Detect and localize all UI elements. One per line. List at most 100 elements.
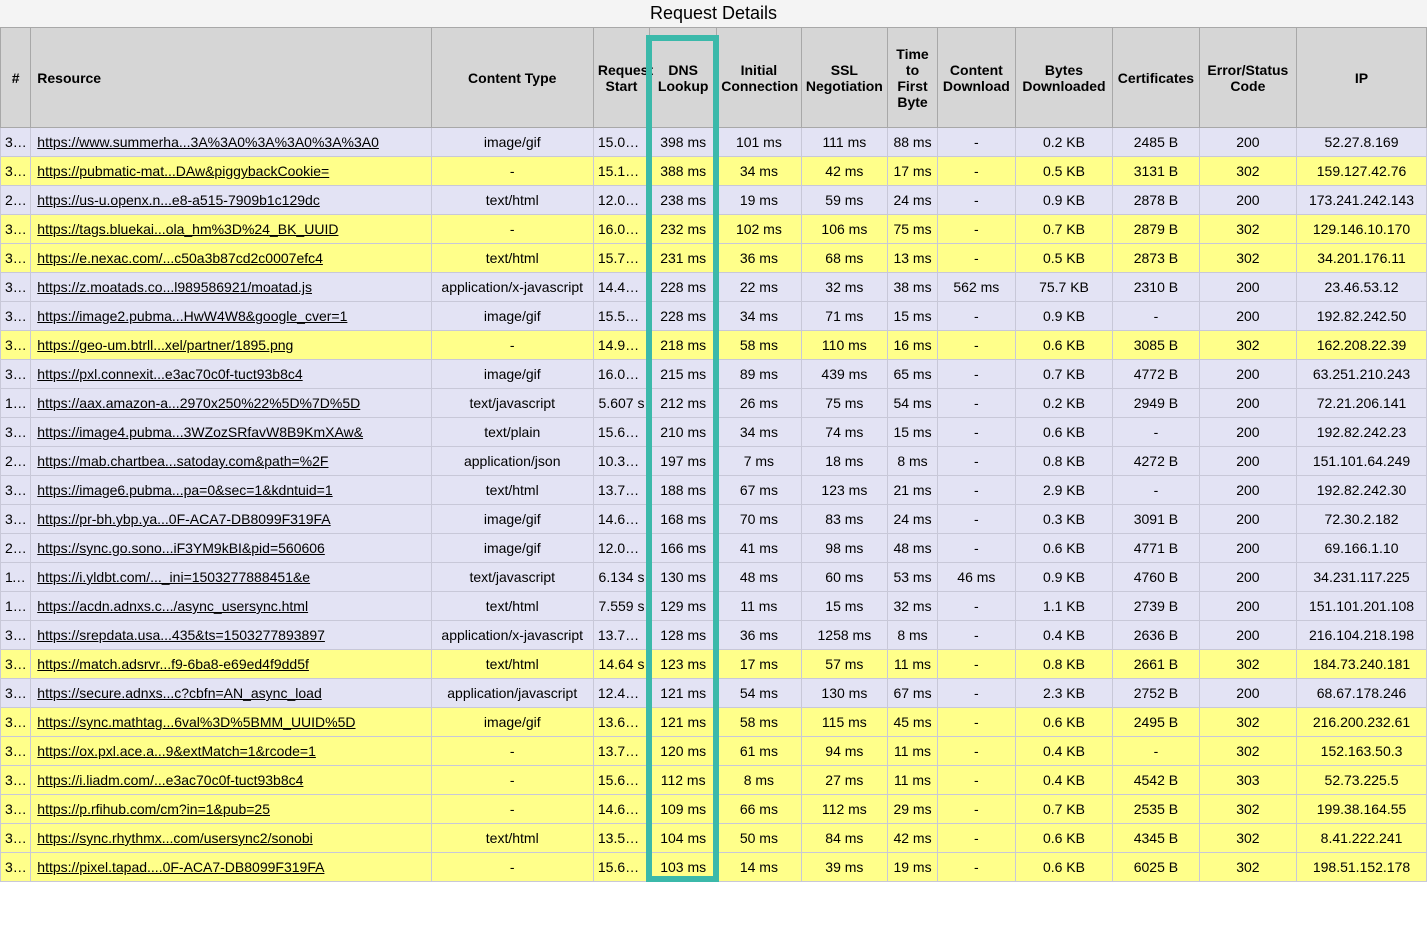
col-header-request-start[interactable]: Request Start <box>593 28 649 128</box>
cell-ttfb: 13 ms <box>888 244 938 273</box>
cell-initial-conn: 22 ms <box>717 273 801 302</box>
cell-ttfb: 11 ms <box>888 766 938 795</box>
resource-link[interactable]: https://match.adsrvr...f9-6ba8-e69ed4f9d… <box>37 656 309 672</box>
cell-index: 295 <box>1 186 31 215</box>
cell-request-start: 13.687 s <box>593 708 649 737</box>
cell-request-start: 14.667 s <box>593 795 649 824</box>
col-header-error-status[interactable]: Error/Status Code <box>1199 28 1296 128</box>
cell-index: 300 <box>1 679 31 708</box>
resource-link[interactable]: https://secure.adnxs...c?cbfn=AN_async_l… <box>37 685 321 701</box>
cell-request-start: 14.699 s <box>593 505 649 534</box>
col-header-ssl-negotiation[interactable]: SSL Negotiation <box>801 28 888 128</box>
col-header-initial-conn[interactable]: Initial Connection <box>717 28 801 128</box>
resource-link[interactable]: https://e.nexac.com/...c50a3b87cd2c0007e… <box>37 250 323 266</box>
cell-request-start: 16.004 s <box>593 215 649 244</box>
request-details-table: # Resource Content Type Request Start DN… <box>0 27 1427 882</box>
cell-ttfb: 32 ms <box>888 592 938 621</box>
cell-bytes-downloaded: 0.6 KB <box>1015 824 1112 853</box>
cell-ip: 72.21.206.141 <box>1297 389 1427 418</box>
col-header-index[interactable]: # <box>1 28 31 128</box>
cell-error-status: 200 <box>1199 128 1296 157</box>
cell-ttfb: 8 ms <box>888 621 938 650</box>
cell-resource: https://i.yldbt.com/..._ini=150327788845… <box>31 563 431 592</box>
cell-initial-conn: 36 ms <box>717 621 801 650</box>
cell-dns-lookup: 228 ms <box>650 302 717 331</box>
cell-ttfb: 65 ms <box>888 360 938 389</box>
resource-link[interactable]: https://pxl.connexit...e3ac70c0f-tuct93b… <box>37 366 302 382</box>
header-row: # Resource Content Type Request Start DN… <box>1 28 1427 128</box>
resource-link[interactable]: https://tags.bluekai...ola_hm%3D%24_BK_U… <box>37 221 338 237</box>
cell-initial-conn: 58 ms <box>717 331 801 360</box>
resource-link[interactable]: https://pr-bh.ybp.ya...0F-ACA7-DB8099F31… <box>37 511 330 527</box>
resource-link[interactable]: https://srepdata.usa...435&ts=1503277893… <box>37 627 325 643</box>
cell-resource: https://acdn.adnxs.c.../async_usersync.h… <box>31 592 431 621</box>
resource-link[interactable]: https://i.yldbt.com/..._ini=150327788845… <box>37 569 310 585</box>
cell-content-download: - <box>937 157 1015 186</box>
cell-dns-lookup: 168 ms <box>650 505 717 534</box>
cell-error-status: 200 <box>1199 389 1296 418</box>
cell-request-start: 12.424 s <box>593 679 649 708</box>
table-row: 373https://image2.pubma...HwW4W8&google_… <box>1 302 1427 331</box>
cell-ssl-negotiation: 71 ms <box>801 302 888 331</box>
cell-request-start: 15.665 s <box>593 766 649 795</box>
cell-error-status: 200 <box>1199 302 1296 331</box>
cell-dns-lookup: 398 ms <box>650 128 717 157</box>
cell-resource: https://geo-um.btrll...xel/partner/1895.… <box>31 331 431 360</box>
resource-link[interactable]: https://image2.pubma...HwW4W8&google_cve… <box>37 308 347 324</box>
col-header-content-download[interactable]: Content Download <box>937 28 1015 128</box>
cell-content-download: - <box>937 389 1015 418</box>
resource-link[interactable]: https://mab.chartbea...satoday.com&path=… <box>37 453 328 469</box>
col-header-ip[interactable]: IP <box>1297 28 1427 128</box>
cell-resource: https://aax.amazon-a...2970x250%22%5D%7D… <box>31 389 431 418</box>
resource-link[interactable]: https://pubmatic-mat...DAw&piggybackCook… <box>37 163 329 179</box>
cell-ssl-negotiation: 1258 ms <box>801 621 888 650</box>
cell-ttfb: 24 ms <box>888 505 938 534</box>
resource-link[interactable]: https://geo-um.btrll...xel/partner/1895.… <box>37 337 293 353</box>
cell-error-status: 200 <box>1199 505 1296 534</box>
resource-link[interactable]: https://us-u.openx.n...e8-a515-7909b1c12… <box>37 192 320 208</box>
cell-certificates: 3091 B <box>1113 505 1200 534</box>
col-header-content-type[interactable]: Content Type <box>431 28 593 128</box>
cell-content-download: - <box>937 447 1015 476</box>
cell-ip: 199.38.164.55 <box>1297 795 1427 824</box>
cell-error-status: 200 <box>1199 679 1296 708</box>
col-header-certificates[interactable]: Certificates <box>1113 28 1200 128</box>
col-header-bytes-downloaded[interactable]: Bytes Downloaded <box>1015 28 1112 128</box>
col-header-dns-lookup[interactable]: DNS Lookup <box>650 28 717 128</box>
cell-content-type: text/html <box>431 476 593 505</box>
cell-dns-lookup: 197 ms <box>650 447 717 476</box>
cell-content-type: text/html <box>431 592 593 621</box>
cell-initial-conn: 34 ms <box>717 418 801 447</box>
col-header-resource[interactable]: Resource <box>31 28 431 128</box>
cell-ssl-negotiation: 75 ms <box>801 389 888 418</box>
resource-link[interactable]: https://acdn.adnxs.c.../async_usersync.h… <box>37 598 308 614</box>
cell-content-download: - <box>937 302 1015 331</box>
resource-link[interactable]: https://i.liadm.com/...e3ac70c0f-tuct93b… <box>37 772 303 788</box>
cell-content-download: - <box>937 128 1015 157</box>
cell-certificates: 2878 B <box>1113 186 1200 215</box>
resource-link[interactable]: https://image4.pubma...3WZozSRfavW8B9KmX… <box>37 424 363 440</box>
col-header-ttfb[interactable]: Time to First Byte <box>888 28 938 128</box>
table-row: 296https://sync.go.sono...iF3YM9kBI&pid=… <box>1 534 1427 563</box>
resource-link[interactable]: https://z.moatads.co...l989586921/moatad… <box>37 279 312 295</box>
resource-link[interactable]: https://ox.pxl.ace.a...9&extMatch=1&rcod… <box>37 743 316 759</box>
resource-link[interactable]: https://pixel.tapad....0F-ACA7-DB8099F31… <box>37 859 324 875</box>
cell-bytes-downloaded: 0.6 KB <box>1015 708 1112 737</box>
cell-ttfb: 11 ms <box>888 737 938 766</box>
cell-index: 378 <box>1 766 31 795</box>
cell-certificates: 4345 B <box>1113 824 1200 853</box>
resource-link[interactable]: https://sync.rhythmx...com/usersync2/son… <box>37 830 312 846</box>
resource-link[interactable]: https://aax.amazon-a...2970x250%22%5D%7D… <box>37 395 360 411</box>
cell-request-start: 15.013 s <box>593 128 649 157</box>
resource-link[interactable]: https://sync.mathtag...6val%3D%5BMM_UUID… <box>37 714 355 730</box>
cell-ttfb: 16 ms <box>888 331 938 360</box>
cell-initial-conn: 89 ms <box>717 360 801 389</box>
cell-ssl-negotiation: 83 ms <box>801 505 888 534</box>
cell-dns-lookup: 231 ms <box>650 244 717 273</box>
cell-content-type: text/html <box>431 650 593 679</box>
resource-link[interactable]: https://p.rfihub.com/cm?in=1&pub=25 <box>37 801 270 817</box>
resource-link[interactable]: https://sync.go.sono...iF3YM9kBI&pid=560… <box>37 540 325 556</box>
cell-dns-lookup: 112 ms <box>650 766 717 795</box>
resource-link[interactable]: https://image6.pubma...pa=0&sec=1&kdntui… <box>37 482 332 498</box>
resource-link[interactable]: https://www.summerha...3A%3A0%3A%3A0%3A%… <box>37 134 379 150</box>
